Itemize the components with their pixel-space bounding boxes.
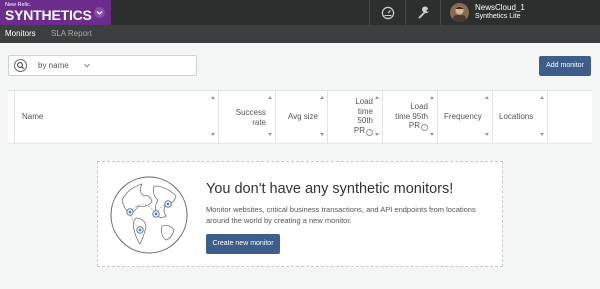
sort-up-icon [268,96,272,99]
empty-state-panel: You don't have any synthetic monitors! M… [97,161,503,267]
sort-down-icon [268,133,272,136]
column-label: Load time 95th PR? [395,102,428,131]
create-monitor-button[interactable]: Create new monitor [206,234,280,254]
filter-label: by name [38,61,69,70]
add-monitor-button[interactable]: Add monitor [539,56,591,76]
chevron-down-icon [94,7,105,18]
tab-label: SLA Report [51,29,92,38]
sort-up-icon [211,96,215,99]
user-name: NewsCloud_1 [475,3,525,12]
tab-sla-report[interactable]: SLA Report [51,25,92,43]
sort-up-icon [320,96,324,99]
account-name: Synthetics Lite [475,13,521,20]
column-label: Avg size [287,112,318,121]
globe-locations-icon [110,176,188,254]
column-label: Load time 50th PR? [353,97,373,136]
column-load-time-50th[interactable]: Load time 50th PR? [328,91,383,144]
wrench-icon [418,6,429,18]
column-label: Name [22,112,44,121]
brand-product-name: SYNTHETICS [5,7,92,23]
help-icon[interactable]: ? [421,124,428,131]
column-locations[interactable]: Locations [493,91,548,144]
monitors-table-header: Name Success rate Avg size Load time 50th PR… [8,90,592,144]
column-label: Success rate [235,108,266,127]
column-label: Frequency [444,112,482,121]
speedometer-icon [381,6,394,19]
sort-up-icon [540,96,544,99]
sub-navigation: Monitors SLA Report [0,25,600,43]
sort-down-icon [485,133,489,136]
sort-down-icon [375,133,379,136]
avatar [450,3,469,22]
chevron-down-icon[interactable] [84,63,90,68]
selection-column [8,91,15,144]
speedometer-button[interactable] [369,0,405,25]
search-filter[interactable]: by name [8,55,197,76]
column-frequency[interactable]: Frequency [438,91,493,144]
column-label: Locations [499,112,534,121]
sort-down-icon [430,133,434,136]
top-bar: New Relic. SYNTHETICS NewsCloud_1 Synthe… [0,0,600,25]
column-avg-size[interactable]: Avg size [276,91,328,144]
column-actions [548,91,592,144]
search-icon [14,59,27,72]
sort-down-icon [320,133,324,136]
sort-up-icon [485,96,489,99]
empty-state-title: You don't have any synthetic monitors! [206,181,454,197]
tab-label: Monitors [5,29,36,38]
help-icon[interactable]: ? [366,128,373,136]
column-name[interactable]: Name [15,91,219,144]
empty-state-description: Monitor websites, critical business tran… [206,205,476,225]
sort-up-icon [375,96,379,99]
column-load-time-95th[interactable]: Load time 95th PR? [383,91,438,144]
product-switcher[interactable]: New Relic. SYNTHETICS [0,0,111,25]
sort-up-icon [430,96,434,99]
column-success-rate[interactable]: Success rate [219,91,276,144]
sort-down-icon [211,133,215,136]
tab-monitors[interactable]: Monitors [5,25,36,43]
settings-button[interactable] [405,0,441,25]
sort-down-icon [540,133,544,136]
user-menu[interactable]: NewsCloud_1 Synthetics Lite [440,0,600,25]
